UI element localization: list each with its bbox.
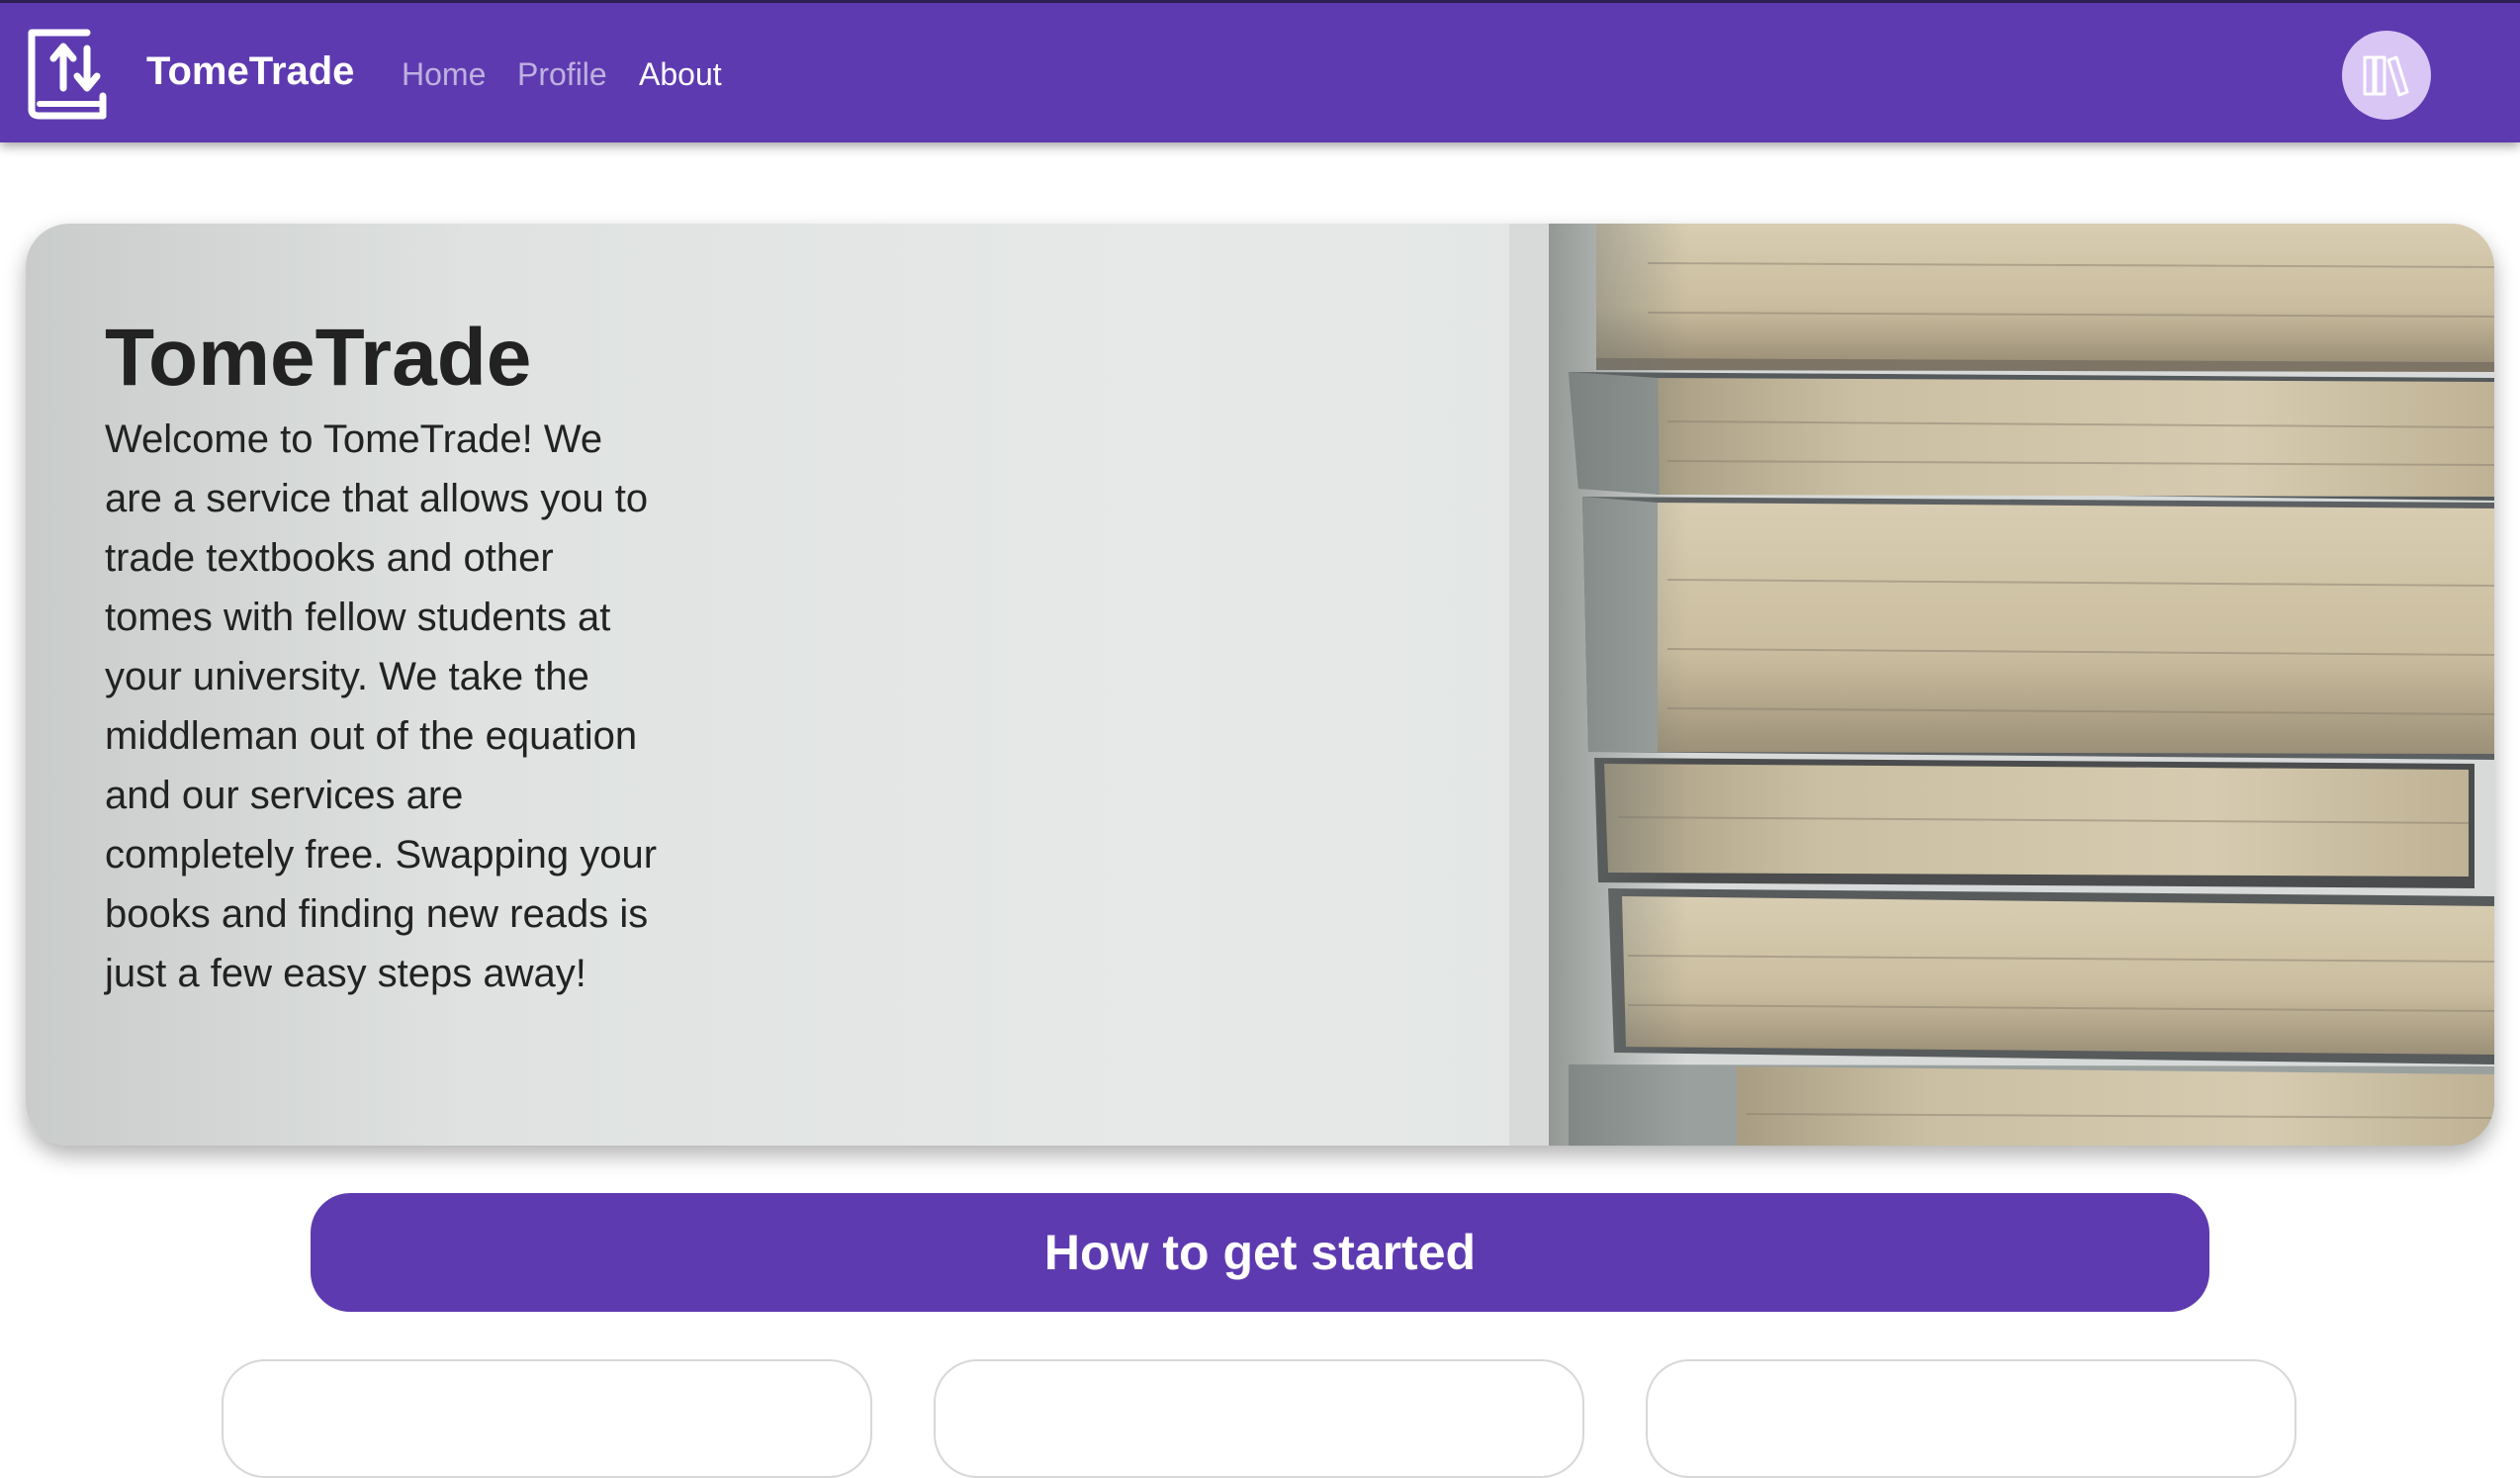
hero-description: Welcome to TomeTrade! We are a service t… — [105, 417, 658, 995]
step-card — [222, 1359, 872, 1478]
book-swap-icon[interactable] — [26, 27, 111, 120]
step-card — [934, 1359, 1584, 1478]
hero-banner: TomeTrade Welcome to TomeTrade! We are a… — [26, 224, 2494, 1146]
nav-home[interactable]: Home — [402, 52, 486, 96]
step-card — [1646, 1359, 2296, 1478]
hero-title: TomeTrade — [105, 313, 532, 403]
how-to-get-started-button[interactable]: How to get started — [311, 1193, 2209, 1312]
library-icon — [2363, 55, 2409, 97]
brand-name[interactable]: TomeTrade — [146, 46, 354, 96]
top-navbar: TomeTrade Home Profile About — [0, 0, 2520, 142]
nav-about[interactable]: About — [639, 52, 722, 96]
user-avatar[interactable] — [2342, 31, 2431, 120]
nav-profile[interactable]: Profile — [517, 52, 607, 96]
